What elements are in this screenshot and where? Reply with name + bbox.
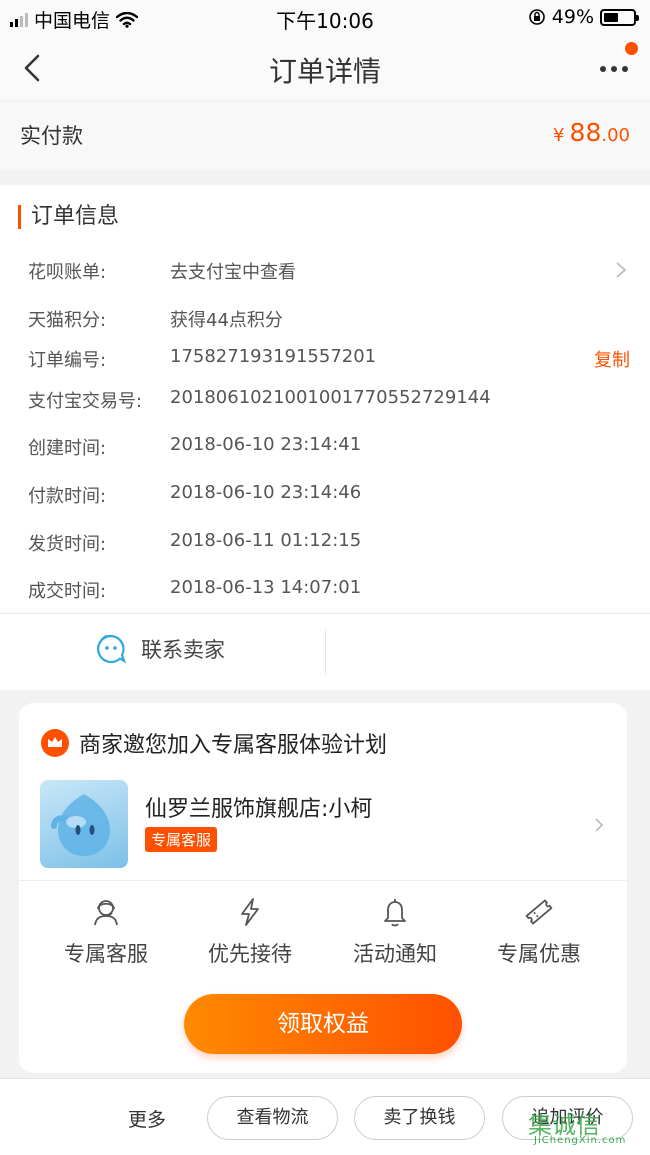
nav-bar: 订单详情 [0, 36, 650, 100]
benefit-discount[interactable]: 专属优惠 [474, 896, 604, 968]
row-key: 成交时间: [28, 581, 107, 602]
claim-benefits-button[interactable]: 领取权益 [184, 994, 462, 1054]
order-row-paid: 付款时间: 2018-06-10 23:14:46 [0, 479, 650, 509]
contact-divider [325, 630, 326, 674]
service-invite-card: 商家邀您加入专属客服体验计划 仙罗兰服饰旗舰店:小柯 专属客服 专属客服 优先接… [19, 703, 627, 1073]
order-row-completed: 成交时间: 2018-06-13 14:07:01 [0, 574, 650, 604]
lightning-icon [241, 898, 259, 926]
amount-integer: 88 [569, 118, 602, 147]
rotation-lock-icon [528, 9, 545, 25]
ticket-icon [525, 899, 553, 925]
benefit-notification[interactable]: 活动通知 [330, 896, 460, 968]
exclusive-service-badge: 专属客服 [145, 827, 218, 852]
row-value: 2018061021001001770552729144 [170, 387, 491, 408]
card-header: 商家邀您加入专属客服体验计划 [41, 727, 387, 759]
contact-seller-label: 联系卖家 [141, 638, 225, 662]
order-info-section: 订单信息 花呗账单: 去支付宝中查看 天猫积分: 获得44点积分 订单编号: 1… [0, 185, 650, 690]
crown-icon [41, 729, 69, 757]
row-key: 付款时间: [28, 486, 107, 507]
row-key: 发货时间: [28, 534, 107, 555]
order-row-alipay-tx: 支付宝交易号: 2018061021001001770552729144 [0, 384, 650, 414]
more-button[interactable]: 更多 [128, 1105, 166, 1132]
row-key: 订单编号: [28, 350, 107, 371]
bottom-action-bar: 更多 查看物流 卖了换钱 追加评价 集诚信 JiChengXin.com [0, 1078, 650, 1155]
watermark-logo: 集诚信 JiChengXin.com [528, 1111, 627, 1146]
row-value: 去支付宝中查看 [170, 262, 296, 283]
amount-decimal: .00 [601, 125, 630, 146]
benefit-label: 专属优惠 [497, 942, 581, 966]
more-menu-button[interactable] [598, 58, 630, 78]
order-row-shipped: 发货时间: 2018-06-11 01:12:15 [0, 527, 650, 557]
currency-symbol: ¥ [553, 125, 565, 146]
order-row-points: 天猫积分: 获得44点积分 [0, 303, 650, 333]
benefit-label: 专属客服 [64, 942, 148, 966]
benefit-exclusive-service[interactable]: 专属客服 [41, 896, 171, 968]
row-key: 天猫积分: [28, 310, 107, 331]
support-agent-icon [94, 900, 118, 926]
order-info-title: 订单信息 [18, 205, 119, 229]
contact-seller-button[interactable]: 联系卖家 [95, 633, 225, 665]
row-value: 2018-06-11 01:12:15 [170, 530, 362, 551]
store-name[interactable]: 仙罗兰服饰旗舰店:小柯 [145, 791, 372, 823]
card-title: 商家邀您加入专属客服体验计划 [79, 733, 388, 758]
order-row-created: 创建时间: 2018-06-10 23:14:41 [0, 431, 650, 461]
resell-button[interactable]: 卖了换钱 [354, 1096, 485, 1140]
status-right: 49% [528, 6, 639, 28]
notification-dot [625, 42, 638, 55]
benefits-row: 专属客服 优先接待 活动通知 专属优惠 [19, 896, 627, 976]
view-logistics-button[interactable]: 查看物流 [207, 1096, 338, 1140]
battery-percent: 49% [551, 6, 594, 28]
row-value: 175827193191557201 [170, 346, 377, 367]
chevron-right-icon [616, 262, 627, 278]
row-value: 2018-06-13 14:07:01 [170, 577, 362, 598]
row-key: 创建时间: [28, 438, 107, 459]
order-row-order-number: 订单编号: 175827193191557201 复制 [0, 343, 650, 373]
row-value: 2018-06-10 23:14:41 [170, 434, 362, 455]
benefit-label: 优先接待 [208, 942, 292, 966]
order-row-huabei[interactable]: 花呗账单: 去支付宝中查看 [0, 255, 650, 285]
paid-label: 实付款 [20, 124, 83, 148]
benefit-label: 活动通知 [353, 942, 437, 966]
page-title: 订单详情 [268, 55, 381, 88]
benefit-priority[interactable]: 优先接待 [185, 896, 315, 968]
paid-amount-row: 实付款 ¥ 88.00 [0, 102, 650, 170]
bell-icon [384, 899, 406, 927]
chevron-right-icon[interactable] [593, 817, 605, 833]
card-divider [19, 880, 627, 881]
battery-icon [600, 8, 639, 26]
row-key: 花呗账单: [28, 262, 107, 283]
chat-face-icon [97, 634, 127, 664]
row-value: 2018-06-10 23:14:46 [170, 482, 362, 503]
battery-level [604, 12, 618, 22]
status-bar: 中国电信 下午10:06 49% [0, 0, 650, 36]
store-avatar[interactable] [40, 780, 128, 868]
contact-row: 联系卖家 [0, 613, 650, 690]
row-key: 支付宝交易号: [28, 391, 143, 412]
copy-button[interactable]: 复制 [594, 346, 630, 372]
row-value: 获得44点积分 [170, 310, 283, 331]
paid-amount: ¥ 88.00 [553, 118, 630, 147]
